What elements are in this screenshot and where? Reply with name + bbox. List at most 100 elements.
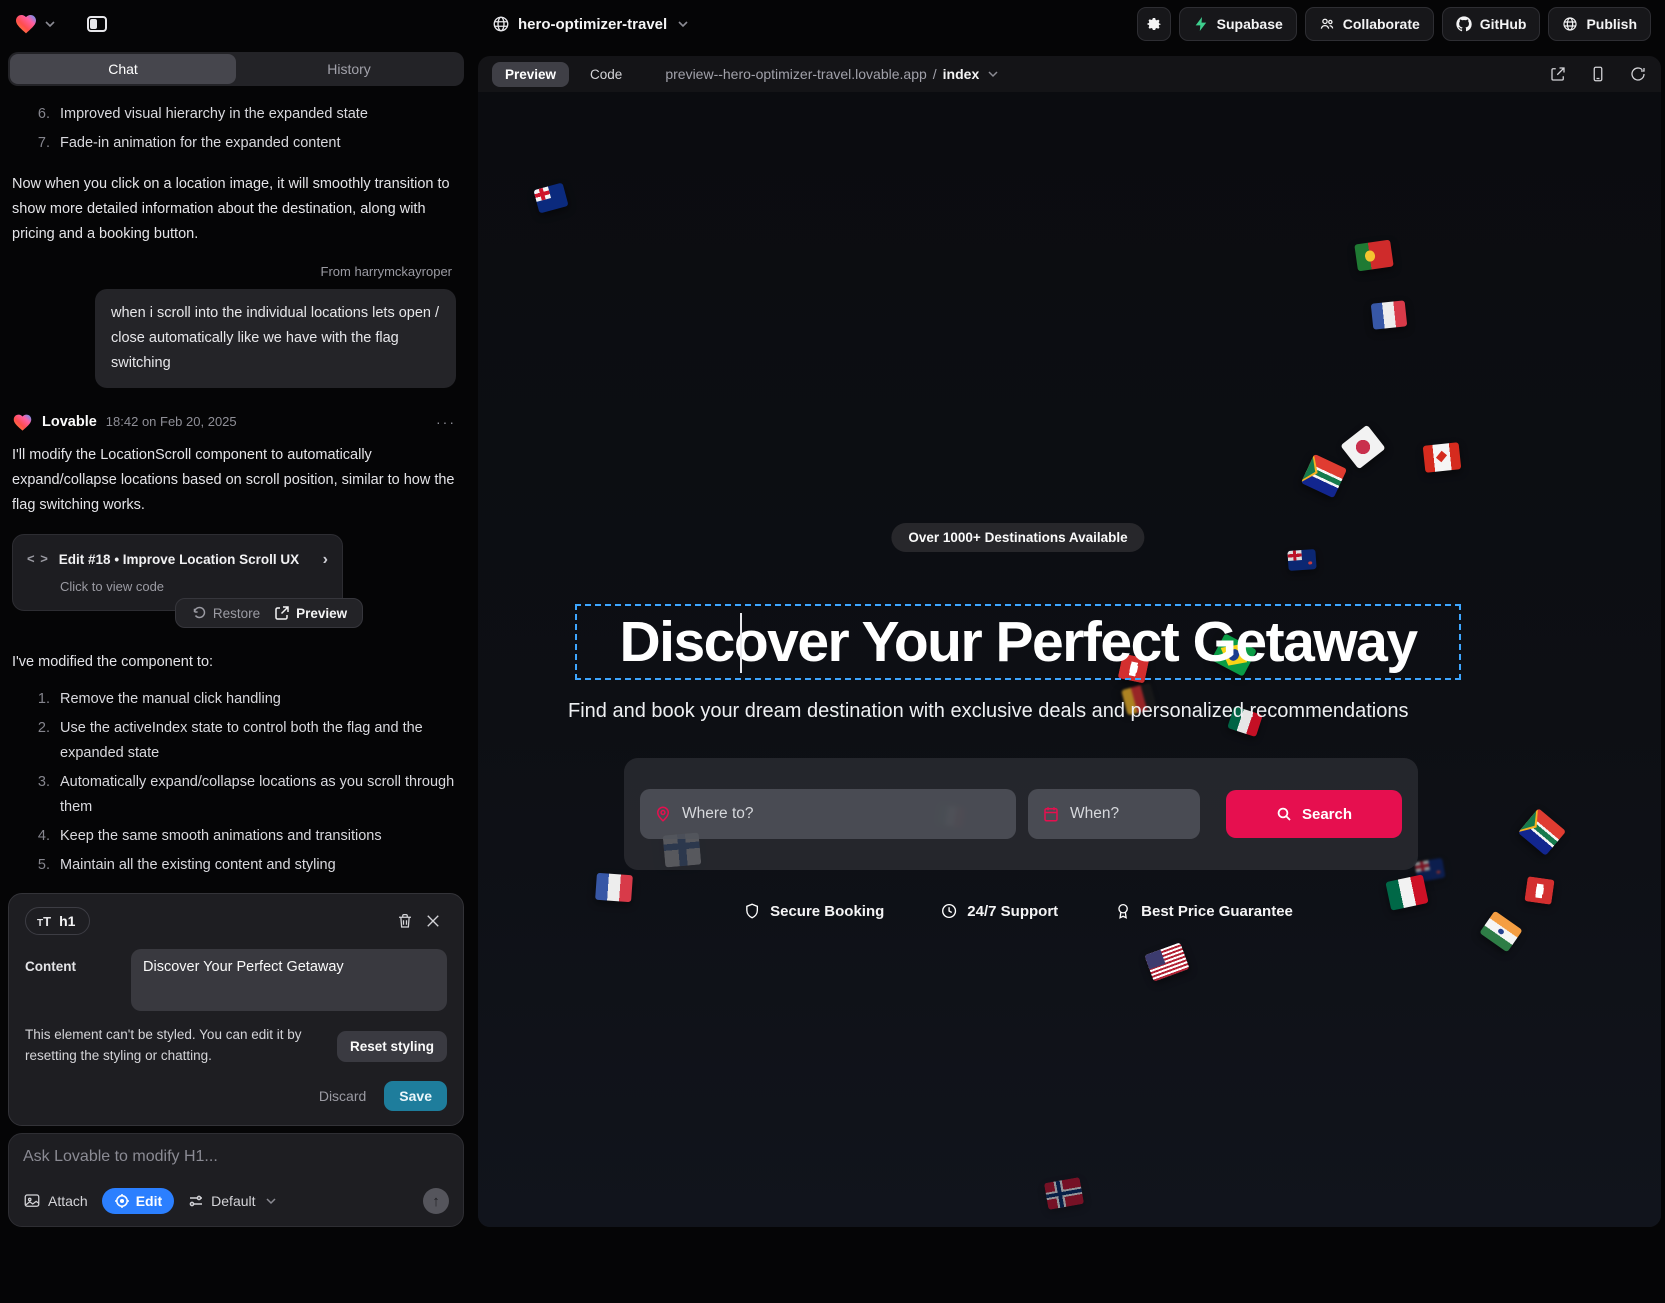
chat-input[interactable] bbox=[23, 1148, 449, 1166]
save-button[interactable]: Save bbox=[384, 1081, 447, 1111]
open-in-new-tab-icon[interactable] bbox=[1549, 65, 1567, 83]
shield-icon bbox=[743, 902, 761, 920]
panel-left-icon bbox=[87, 16, 107, 32]
supabase-icon bbox=[1193, 16, 1209, 32]
supabase-button[interactable]: Supabase bbox=[1179, 7, 1297, 41]
external-link-icon bbox=[274, 605, 290, 621]
user-attribution: From harrymckayroper bbox=[12, 261, 452, 283]
sidebar-toggle-button[interactable] bbox=[80, 7, 114, 41]
restore-icon bbox=[191, 605, 207, 621]
mexico-flag-icon bbox=[1385, 874, 1428, 910]
publish-button[interactable]: Publish bbox=[1548, 7, 1651, 41]
github-button[interactable]: GitHub bbox=[1442, 7, 1541, 41]
list-item: 2.Use the activeIndex state to control b… bbox=[12, 714, 456, 768]
tab-history[interactable]: History bbox=[236, 54, 462, 84]
tab-chat[interactable]: Chat bbox=[10, 54, 236, 84]
close-panel-button[interactable] bbox=[419, 907, 447, 935]
list-item: 7. Fade-in animation for the expanded co… bbox=[12, 129, 456, 158]
assistant-paragraph: I've modified the component to: bbox=[12, 650, 456, 675]
search-button[interactable]: Search bbox=[1226, 790, 1402, 838]
people-icon bbox=[1319, 16, 1335, 32]
assistant-paragraph: I'll modify the LocationScroll component… bbox=[12, 443, 456, 518]
lovable-logo-menu[interactable] bbox=[14, 12, 58, 36]
sidebar-tabs: Chat History bbox=[8, 52, 464, 86]
feature-row: Secure Booking 24/7 Support Best Price G… bbox=[743, 902, 1293, 920]
code-icon: < > bbox=[27, 548, 49, 570]
app-topbar: hero-optimizer-travel Supabase Collabora… bbox=[0, 0, 1665, 48]
list-item: 5.Maintain all the existing content and … bbox=[12, 851, 456, 880]
assistant-header: Lovable 18:42 on Feb 20, 2025 ··· bbox=[12, 410, 456, 435]
south-africa-flag-icon bbox=[1518, 808, 1566, 856]
south-africa-flag-icon bbox=[1301, 454, 1347, 498]
lovable-heart-icon bbox=[12, 412, 33, 433]
chat-sidebar: Chat History 6. Improved visual hierarch… bbox=[0, 48, 472, 1227]
restore-button[interactable]: Restore bbox=[191, 602, 260, 625]
text-icon: TT bbox=[37, 914, 51, 929]
content-field[interactable]: Discover Your Perfect Getaway bbox=[131, 949, 447, 1011]
chevron-right-icon: › bbox=[323, 546, 328, 574]
france-flag-icon bbox=[1371, 300, 1408, 329]
chat-composer: Attach Edit Default ↑ bbox=[8, 1133, 464, 1227]
tab-preview[interactable]: Preview bbox=[492, 62, 569, 87]
restore-preview-pill: Restore Preview bbox=[175, 598, 363, 628]
preview-button[interactable]: Preview bbox=[274, 602, 347, 625]
destinations-badge: Over 1000+ Destinations Available bbox=[891, 523, 1144, 552]
edit-card-title: Edit #18 • Improve Location Scroll UX bbox=[59, 548, 299, 571]
image-icon bbox=[23, 1192, 41, 1210]
switzerland-flag-icon bbox=[1524, 876, 1554, 905]
hero-section: Over 1000+ Destinations Available Discov… bbox=[478, 92, 1661, 1227]
location-pin-icon bbox=[654, 805, 672, 823]
chat-scroll-area[interactable]: 6. Improved visual hierarchy in the expa… bbox=[0, 86, 472, 887]
assistant-paragraph: Now when you click on a location image, … bbox=[12, 172, 456, 247]
list-item: 4.Keep the same smooth animations and tr… bbox=[12, 822, 456, 851]
target-icon bbox=[114, 1193, 130, 1209]
australia-flag-icon bbox=[533, 183, 568, 214]
when-input[interactable]: When? bbox=[1028, 789, 1200, 839]
collaborate-button[interactable]: Collaborate bbox=[1305, 7, 1434, 41]
element-editor-panel: TT h1 Content Discover Your Perfect Geta… bbox=[8, 893, 464, 1126]
settings-button[interactable] bbox=[1137, 7, 1171, 41]
user-message-bubble: when i scroll into the individual locati… bbox=[95, 289, 456, 388]
close-icon bbox=[424, 912, 442, 930]
refresh-icon[interactable] bbox=[1629, 65, 1647, 83]
norway-flag-icon bbox=[1044, 1177, 1084, 1210]
send-button[interactable]: ↑ bbox=[423, 1188, 449, 1214]
text-caret bbox=[740, 613, 742, 673]
chevron-down-icon bbox=[263, 1193, 279, 1209]
preview-topbar: Preview Code preview--hero-optimizer-tra… bbox=[478, 56, 1661, 92]
preview-panel: Preview Code preview--hero-optimizer-tra… bbox=[478, 56, 1661, 1227]
france-flag-icon bbox=[595, 873, 633, 902]
element-tag-pill[interactable]: TT h1 bbox=[25, 907, 90, 935]
discard-button[interactable]: Discard bbox=[319, 1088, 366, 1104]
project-switcher[interactable]: hero-optimizer-travel bbox=[492, 0, 691, 48]
india-flag-icon bbox=[1479, 911, 1522, 953]
tab-code[interactable]: Code bbox=[577, 62, 635, 87]
url-page: index bbox=[943, 66, 980, 82]
url-separator: / bbox=[933, 66, 937, 82]
edit-mode-button[interactable]: Edit bbox=[102, 1188, 174, 1214]
hero-title[interactable]: Discover Your Perfect Getaway bbox=[619, 609, 1416, 675]
reset-styling-button[interactable]: Reset styling bbox=[337, 1031, 447, 1062]
project-name: hero-optimizer-travel bbox=[518, 16, 667, 33]
mode-selector[interactable]: Default bbox=[188, 1193, 278, 1209]
globe-icon bbox=[1562, 16, 1578, 32]
trash-icon bbox=[396, 912, 414, 930]
list-item: 1.Remove the manual click handling bbox=[12, 685, 456, 714]
preview-url[interactable]: preview--hero-optimizer-travel.lovable.a… bbox=[665, 66, 1001, 82]
more-menu-icon[interactable]: ··· bbox=[436, 410, 456, 434]
where-input[interactable]: Where to? bbox=[640, 789, 1016, 839]
github-icon bbox=[1456, 16, 1472, 32]
search-bar: Where to? When? Search bbox=[624, 758, 1418, 870]
assistant-steps-list: 1.Remove the manual click handling 2.Use… bbox=[12, 685, 456, 880]
clock-icon bbox=[940, 902, 958, 920]
attach-button[interactable]: Attach bbox=[23, 1192, 88, 1210]
list-item: 3.Automatically expand/collapse location… bbox=[12, 768, 456, 822]
delete-element-button[interactable] bbox=[391, 907, 419, 935]
edit-card-subtitle: Click to view code bbox=[60, 576, 328, 598]
list-item: 6. Improved visual hierarchy in the expa… bbox=[12, 100, 456, 129]
hero-subtitle: Find and book your dream destination wit… bbox=[568, 700, 1468, 723]
new-zealand-flag-icon bbox=[1287, 549, 1316, 571]
mobile-view-icon[interactable] bbox=[1589, 65, 1607, 83]
globe-icon bbox=[492, 15, 510, 33]
h1-selection-outline[interactable]: Discover Your Perfect Getaway bbox=[575, 604, 1461, 680]
